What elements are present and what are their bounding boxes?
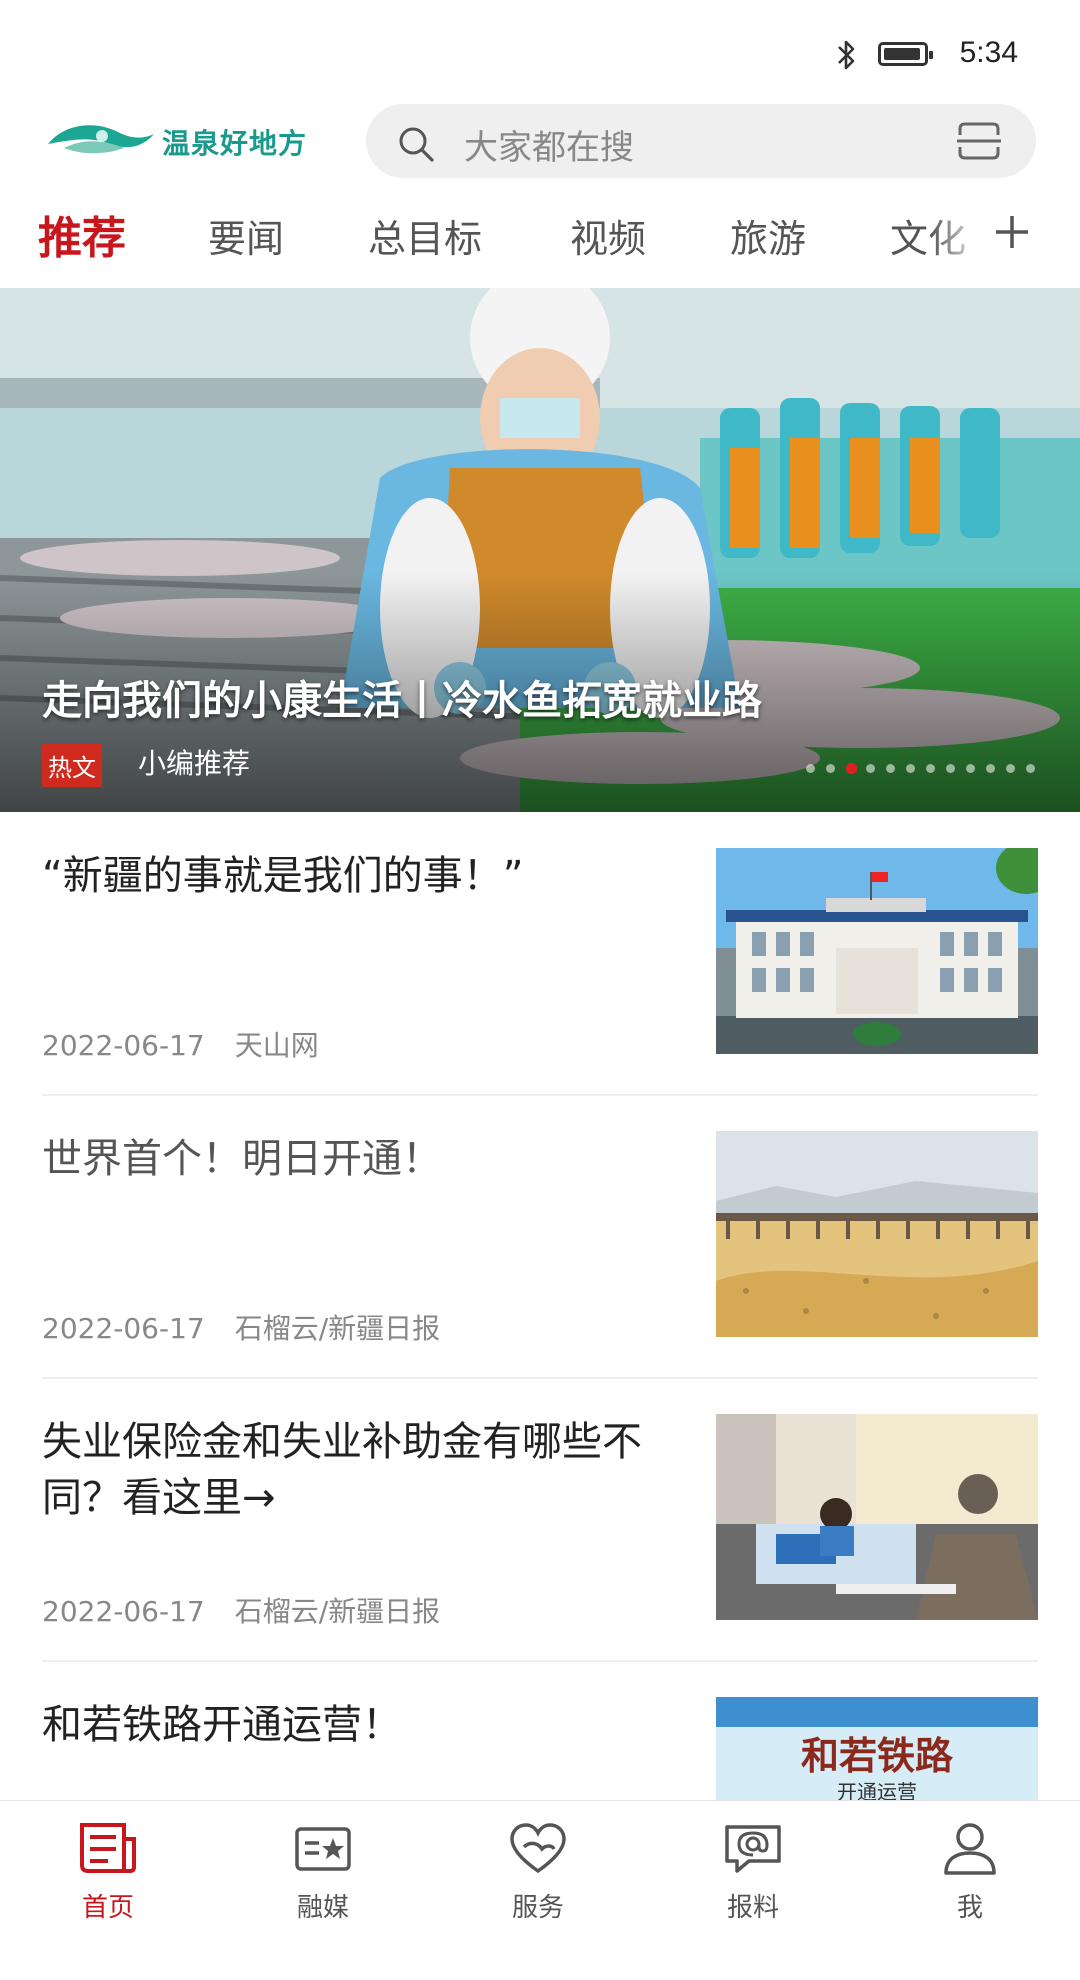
carousel-dot bbox=[946, 764, 955, 773]
carousel-dot bbox=[886, 764, 895, 773]
carousel-dot bbox=[1006, 764, 1015, 773]
nav-label: 首页 bbox=[81, 1893, 134, 1923]
news-date: 2022-06-17 bbox=[42, 1312, 205, 1345]
news-source: 石榴云/新疆日报 bbox=[234, 1312, 441, 1345]
tab-headlines[interactable]: 要闻 bbox=[208, 208, 284, 263]
logo-text: 温泉好地方 bbox=[162, 127, 308, 160]
bluetooth-icon bbox=[838, 40, 855, 70]
category-tabs: 推荐 要闻 总目标 视频 旅游 文化 bbox=[0, 200, 1080, 272]
news-source: 天山网 bbox=[234, 1029, 319, 1062]
banner-title[interactable]: 走向我们的小康生活丨冷水鱼拓宽就业路 bbox=[42, 668, 762, 726]
newspaper-icon bbox=[80, 1823, 136, 1873]
carousel-dot bbox=[906, 764, 915, 773]
nav-label: 报料 bbox=[726, 1893, 779, 1923]
thumb-headline: 和若铁路 bbox=[801, 1734, 954, 1778]
add-tab-icon[interactable] bbox=[990, 210, 1034, 254]
tab-general-goal[interactable]: 总目标 bbox=[368, 208, 482, 263]
news-title: 失业保险金和失业补助金有哪些不同？看这里→ bbox=[42, 1419, 642, 1521]
bottom-navigation: 首页 融媒 服务 报料 我 bbox=[0, 1800, 1080, 1923]
nav-services[interactable]: 服务 bbox=[468, 1801, 608, 1923]
news-item[interactable]: 世界首个！明日开通！ 2022-06-17 石榴云/新疆日报 bbox=[42, 1131, 1038, 1414]
tab-recommend[interactable]: 推荐 bbox=[38, 202, 126, 266]
news-thumbnail bbox=[716, 848, 1038, 1054]
heart-service-icon bbox=[510, 1823, 566, 1874]
news-title: 和若铁路开通运营！ bbox=[42, 1702, 402, 1748]
nav-home[interactable]: 首页 bbox=[38, 1801, 178, 1923]
banner-source: 小编推荐 bbox=[138, 747, 251, 780]
news-title: “新疆的事就是我们的事！” bbox=[42, 853, 524, 899]
hot-badge: 热文 bbox=[42, 744, 102, 787]
tab-video[interactable]: 视频 bbox=[570, 208, 646, 263]
search-placeholder: 大家都在搜 bbox=[464, 128, 634, 168]
media-card-icon bbox=[295, 1827, 351, 1871]
report-message-icon bbox=[725, 1825, 781, 1873]
search-bar[interactable]: 大家都在搜 bbox=[366, 104, 1036, 178]
nav-label: 服务 bbox=[511, 1893, 564, 1923]
nav-label: 融媒 bbox=[296, 1893, 349, 1923]
news-date: 2022-06-17 bbox=[42, 1595, 205, 1628]
status-bar: 5:34 bbox=[0, 0, 1080, 100]
carousel-dot bbox=[866, 764, 875, 773]
news-date: 2022-06-17 bbox=[42, 1029, 205, 1062]
news-item[interactable]: 失业保险金和失业补助金有哪些不同？看这里→ 2022-06-17 石榴云/新疆日报 bbox=[42, 1414, 1038, 1697]
news-meta: 2022-06-17 天山网 bbox=[42, 1024, 319, 1064]
scan-icon[interactable] bbox=[956, 121, 1002, 161]
carousel-dot bbox=[826, 764, 835, 773]
news-title: 世界首个！明日开通！ bbox=[42, 1136, 442, 1182]
news-source: 石榴云/新疆日报 bbox=[234, 1595, 441, 1628]
nav-me[interactable]: 我 bbox=[900, 1801, 1040, 1923]
news-meta: 2022-06-17 石榴云/新疆日报 bbox=[42, 1590, 440, 1630]
search-icon bbox=[399, 127, 434, 162]
user-icon bbox=[944, 1823, 996, 1875]
carousel-dot bbox=[1026, 764, 1035, 773]
carousel-dot bbox=[846, 763, 857, 774]
tab-travel[interactable]: 旅游 bbox=[730, 208, 806, 263]
carousel-dot bbox=[806, 764, 815, 773]
battery-icon bbox=[878, 42, 933, 66]
nav-label: 我 bbox=[956, 1893, 983, 1923]
carousel-dot bbox=[966, 764, 975, 773]
news-meta: 2022-06-17 石榴云/新疆日报 bbox=[42, 1307, 440, 1347]
carousel-dot bbox=[986, 764, 995, 773]
status-time: 5:34 bbox=[959, 36, 1018, 69]
app-logo: 温泉好地方 bbox=[44, 118, 334, 162]
nav-media[interactable]: 融媒 bbox=[253, 1801, 393, 1923]
news-item[interactable]: “新疆的事就是我们的事！” 2022-06-17 天山网 bbox=[42, 848, 1038, 1131]
carousel-dot bbox=[926, 764, 935, 773]
news-thumbnail bbox=[716, 1414, 1038, 1620]
news-thumbnail bbox=[716, 1131, 1038, 1337]
featured-banner[interactable]: 走向我们的小康生活丨冷水鱼拓宽就业路 热文 小编推荐 bbox=[0, 288, 1080, 812]
nav-report[interactable]: 报料 bbox=[683, 1801, 823, 1923]
